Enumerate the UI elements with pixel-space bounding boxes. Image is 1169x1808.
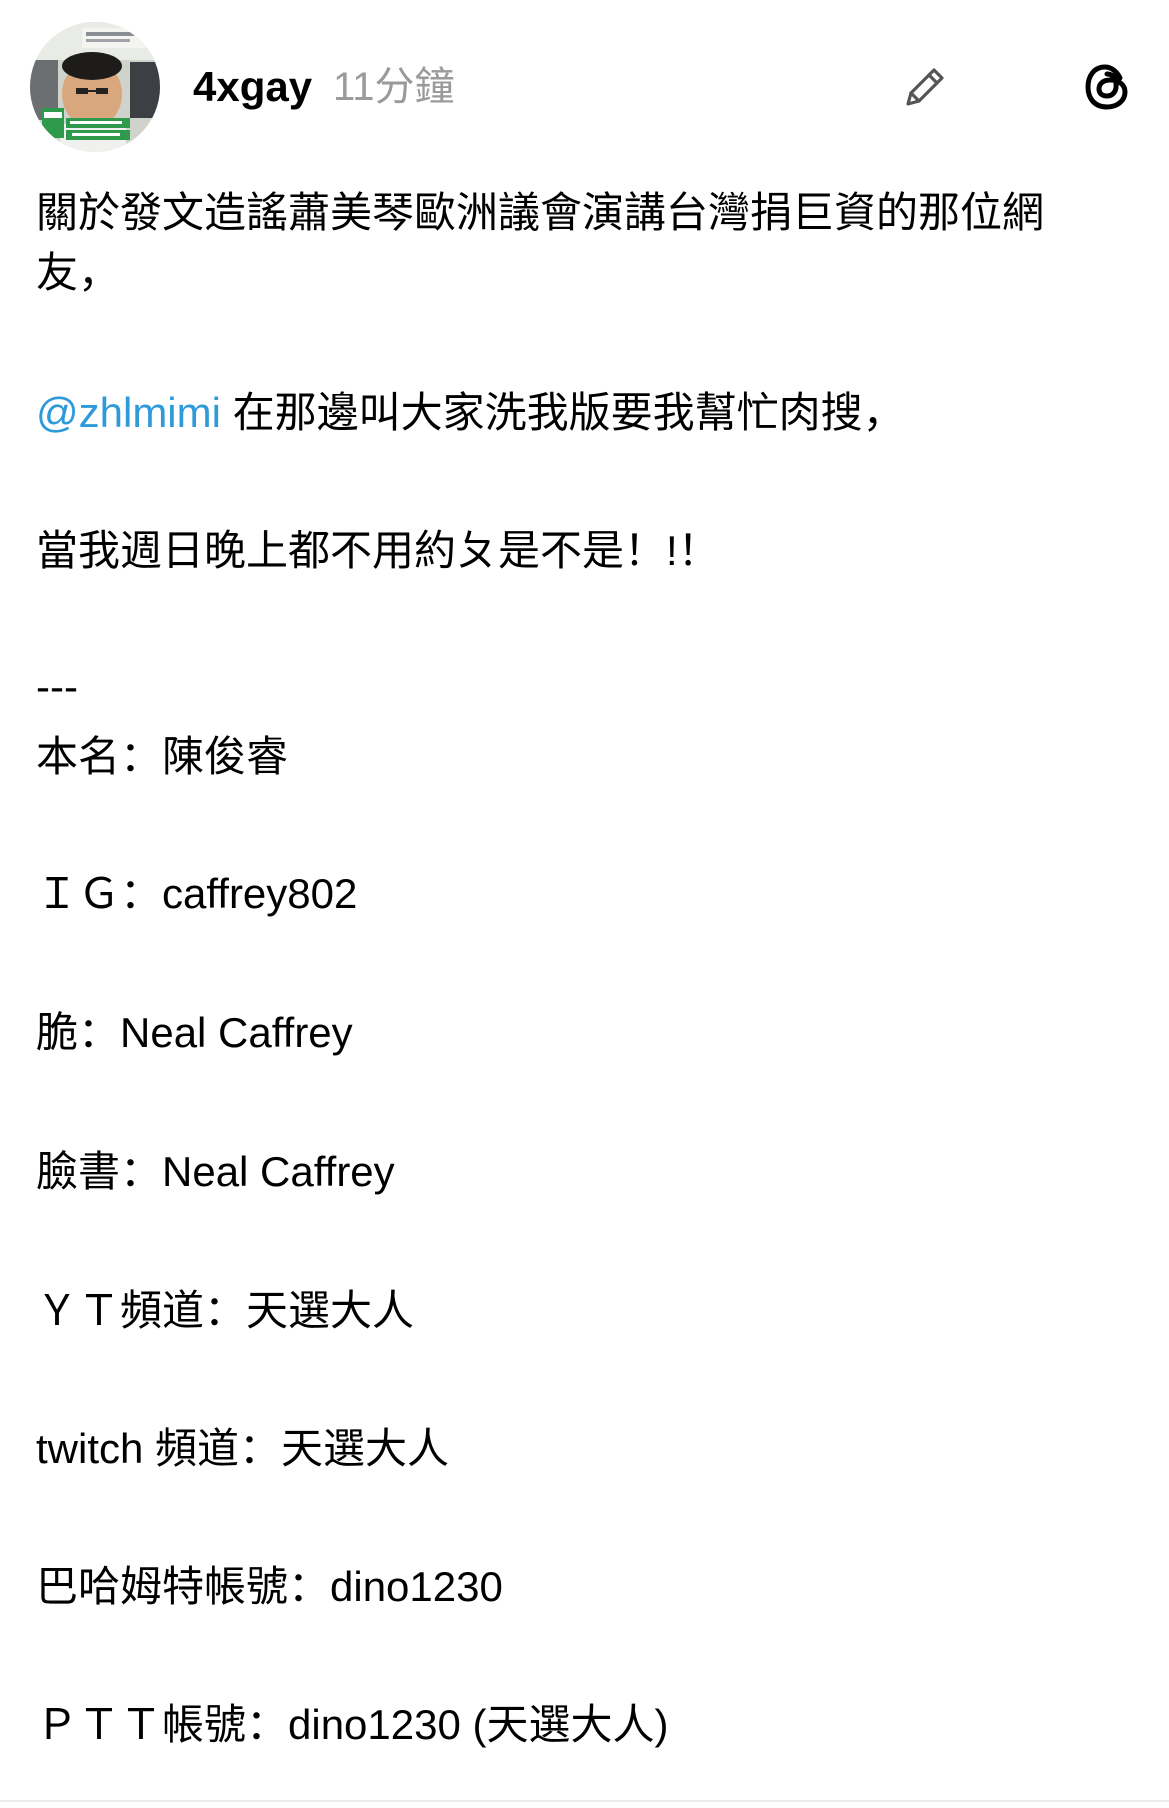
mention-link[interactable]: @zhlmimi — [36, 389, 221, 436]
post-text-line-3: @zhlmimi 在那邊叫大家洗我版要我幫忙肉搜， — [36, 382, 905, 444]
post-text-line-3-rest: 在那邊叫大家洗我版要我幫忙肉搜， — [220, 389, 905, 436]
avatar-photo — [30, 22, 160, 152]
info-instagram: ＩＧ：caffrey802 — [36, 870, 358, 917]
post-timestamp: 11分鐘 — [333, 65, 455, 109]
divider — [0, 1800, 1169, 1802]
threads-post: 4xgay 11分鐘 關於發文造謠蕭美琴歐洲議會演講台灣捐巨資的那位網 友， @… — [0, 0, 1169, 1808]
info-bahamut: 巴哈姆特帳號：dino1230 — [36, 1563, 503, 1610]
post-text-line-4: 當我週日晚上都不用約ㄆ是不是！!！ — [36, 527, 720, 574]
info-facebook: 臉書：Neal Caffrey — [36, 1148, 395, 1195]
info-ptt: ＰＴＴ帳號：dino1230 (天選大人) — [36, 1701, 669, 1748]
threads-icon[interactable] — [1080, 60, 1134, 114]
separator-text: --- — [36, 663, 78, 710]
pencil-icon[interactable] — [898, 60, 952, 114]
avatar[interactable] — [30, 22, 160, 152]
post-text-line-1: 關於發文造謠蕭美琴歐洲議會演講台灣捐巨資的那位網 — [36, 189, 1045, 236]
info-twitch: twitch 頻道：天選大人 — [36, 1425, 450, 1472]
post-header: 4xgay 11分鐘 — [0, 0, 1169, 160]
author-username[interactable]: 4xgay — [193, 62, 312, 112]
info-real-name: 本名：陳俊睿 — [36, 733, 289, 780]
info-youtube: ＹＴ頻道：天選大人 — [36, 1287, 415, 1334]
info-dcard: 脆：Neal Caffrey — [36, 1009, 353, 1056]
post-text-line-2: 友， — [36, 249, 121, 296]
